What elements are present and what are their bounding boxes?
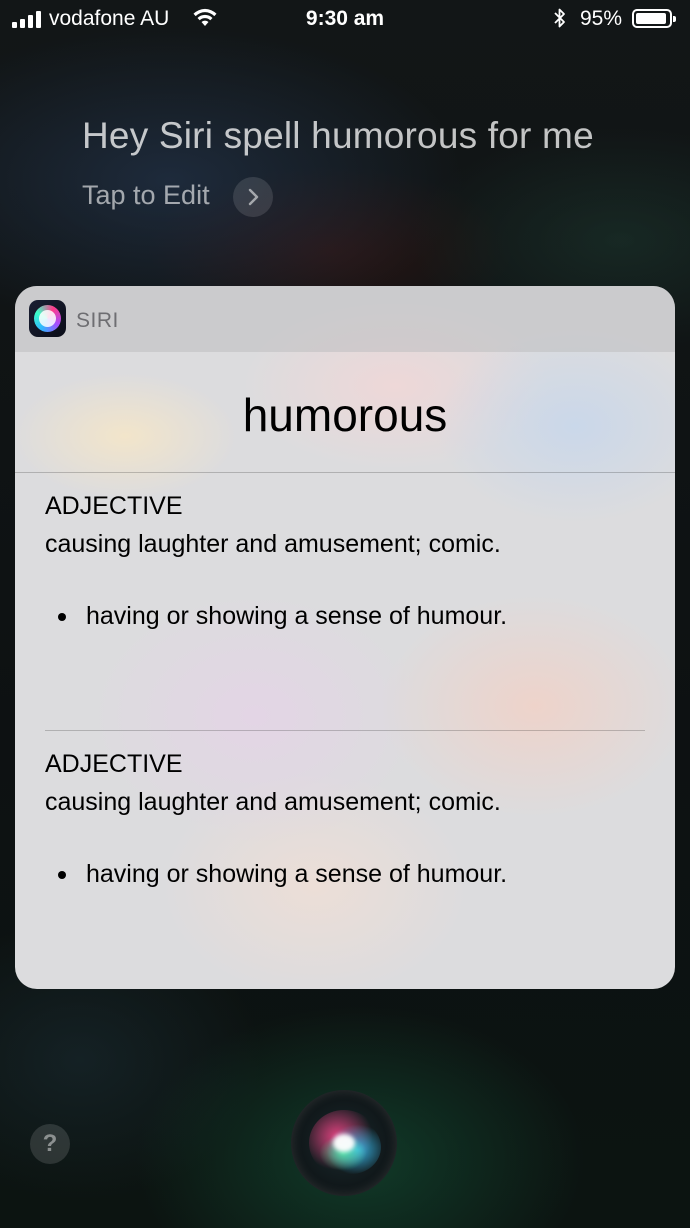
definition-block: ADJECTIVE causing laughter and amusement… [45,749,645,889]
siri-result-card[interactable]: SIRI humorous ADJECTIVE causing laughter… [15,286,675,989]
part-of-speech: ADJECTIVE [45,750,183,778]
bullet-dot-icon [58,871,66,879]
chevron-right-icon [248,188,259,206]
battery-fill [636,13,667,24]
dictionary-word: humorous [242,389,448,441]
siri-listen-button[interactable] [291,1090,397,1196]
bullet-text: having or showing a sense of humour. [86,602,508,630]
definition-bullet: having or showing a sense of humour. [45,601,645,631]
help-button[interactable]: ? [30,1124,70,1164]
divider [45,730,645,731]
battery-percent: 95% [580,7,623,30]
part-of-speech: ADJECTIVE [45,492,183,520]
battery-icon [632,9,676,28]
siri-query-text: Hey Siri spell humorous for me [82,115,594,156]
card-header: SIRI [15,286,675,352]
bluetooth-icon [554,8,565,28]
card-app-label: SIRI [76,309,119,332]
definition-block: ADJECTIVE causing laughter and amusement… [45,491,645,631]
definition-text: causing laughter and amusement; comic. [45,530,501,558]
tap-to-edit-chevron-button[interactable] [233,177,273,217]
bullet-text: having or showing a sense of humour. [86,860,508,888]
definition-bullet: having or showing a sense of humour. [45,859,645,889]
status-bar: vodafone AU 9:30 am 95% [0,0,690,40]
definition-text: causing laughter and amusement; comic. [45,788,501,816]
siri-app-icon [29,300,66,337]
tap-to-edit-link[interactable]: Tap to Edit [82,180,210,211]
divider [15,472,675,473]
bullet-dot-icon [58,613,66,621]
